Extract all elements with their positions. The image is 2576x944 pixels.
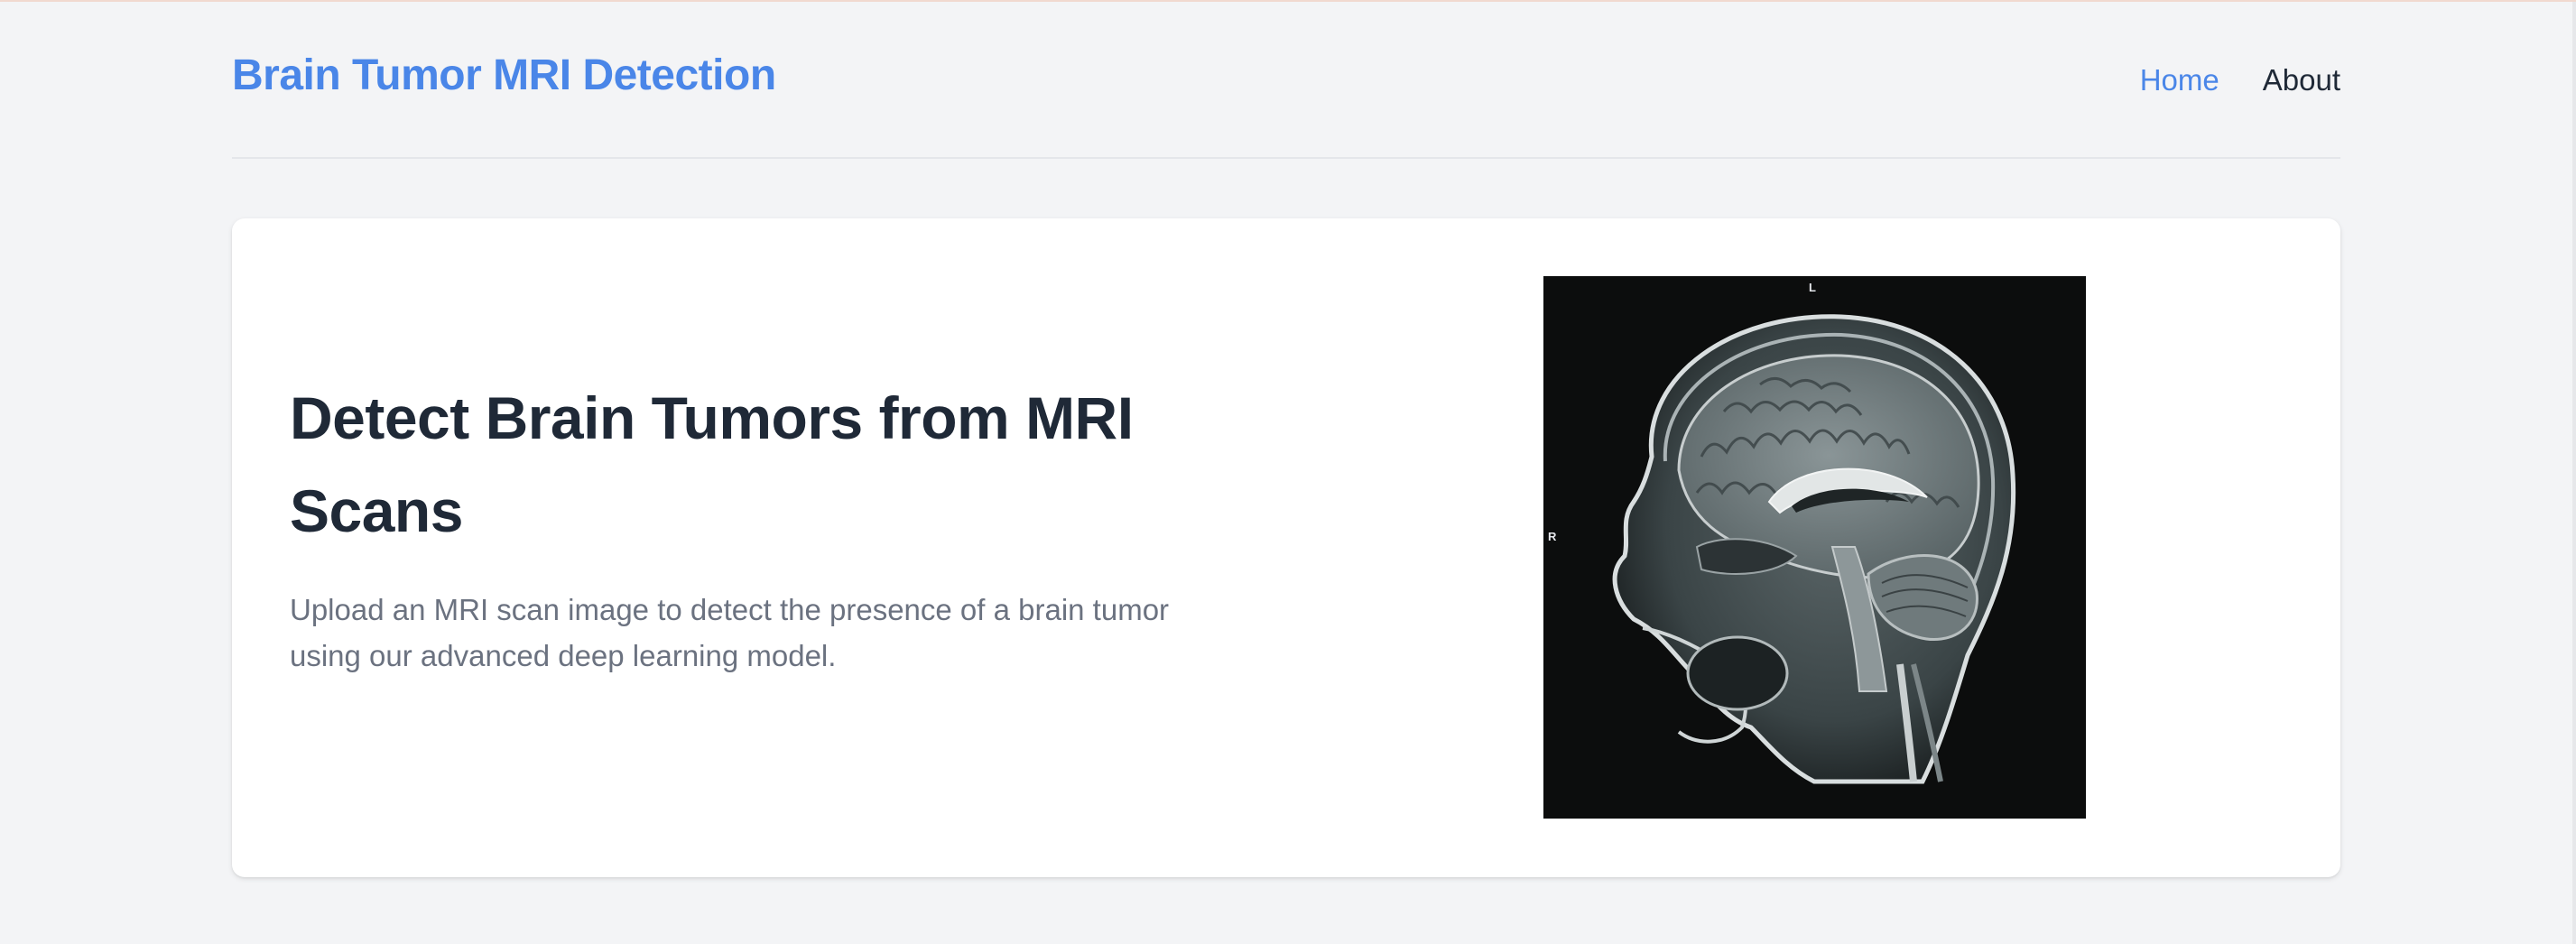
- nav-about-link[interactable]: About: [2263, 65, 2340, 95]
- hero-card: Detect Brain Tumors from MRI Scans Uploa…: [232, 218, 2340, 877]
- hero-description: Upload an MRI scan image to detect the p…: [290, 593, 1170, 672]
- brand-logo-link[interactable]: Brain Tumor MRI Detection: [232, 54, 776, 97]
- main-nav: Home About: [2140, 65, 2340, 95]
- mri-brain-scan-image: L R: [1543, 276, 2086, 819]
- main-container: Brain Tumor MRI Detection Home About Det…: [232, 2, 2340, 877]
- mri-side-label: R: [1548, 530, 1557, 543]
- hero-title: Detect Brain Tumors from MRI Scans: [290, 384, 1134, 544]
- nav-home-link[interactable]: Home: [2140, 65, 2219, 95]
- mri-scan-graphic: [1612, 314, 2016, 784]
- page: Brain Tumor MRI Detection Home About Det…: [0, 0, 2576, 944]
- site-header: Brain Tumor MRI Detection Home About: [232, 2, 2340, 159]
- mri-top-label: L: [1809, 281, 1816, 294]
- window-edge: [2572, 2, 2576, 944]
